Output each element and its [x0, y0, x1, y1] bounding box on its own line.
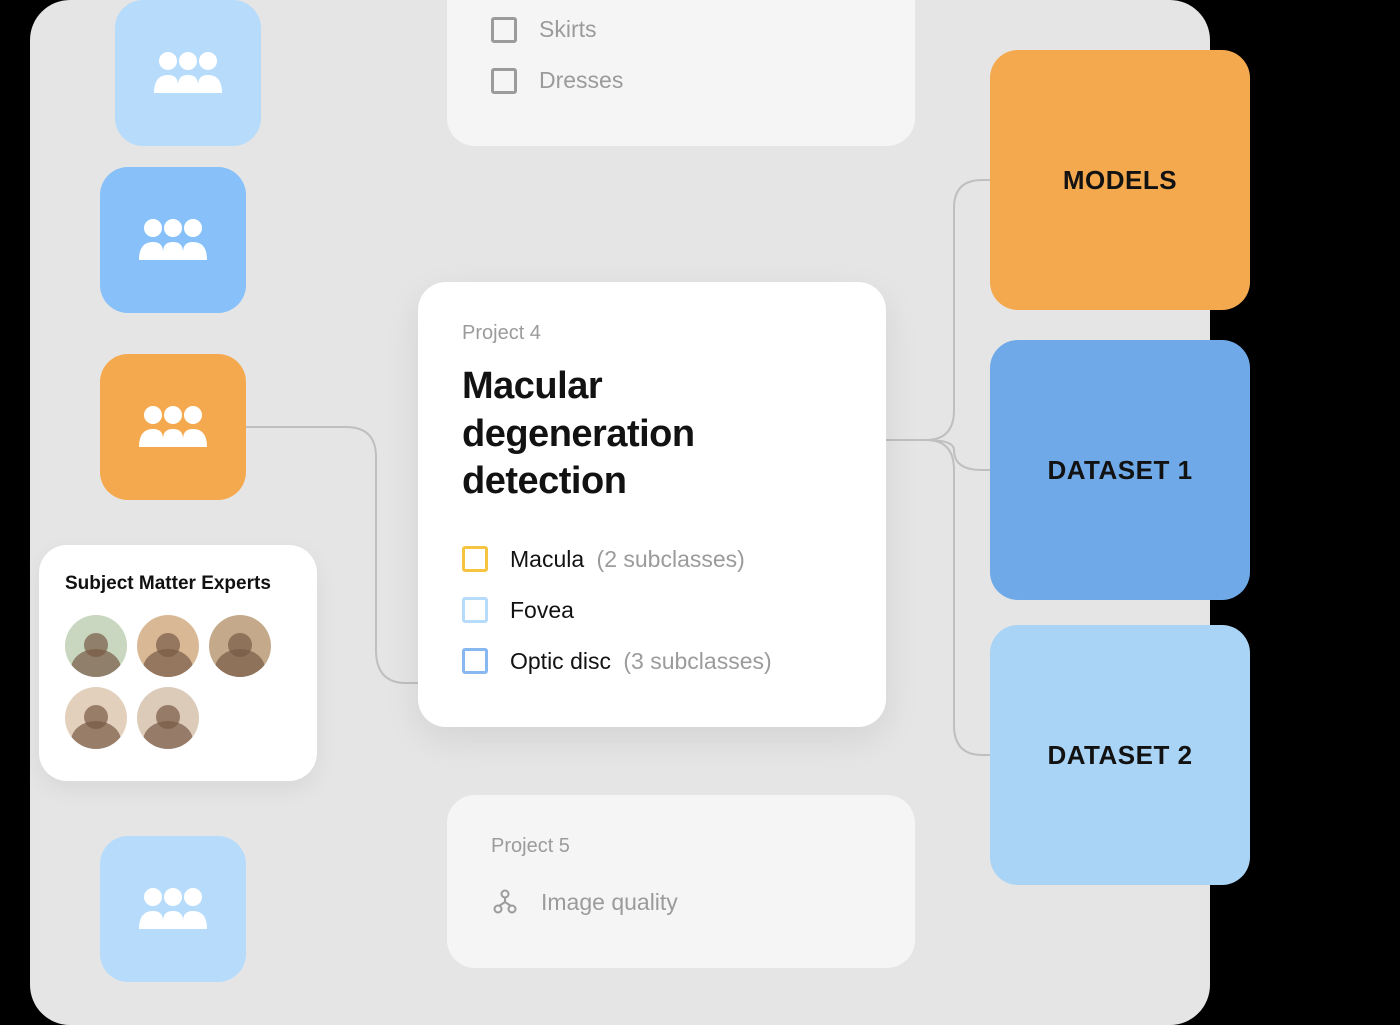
class-name: Skirts: [539, 16, 597, 43]
class-row: Skirts: [491, 4, 871, 55]
group-icon: [150, 49, 226, 97]
experts-title: Subject Matter Experts: [65, 573, 291, 595]
avatar[interactable]: [65, 687, 127, 749]
class-name: Image quality: [541, 889, 678, 916]
class-swatch: [462, 597, 488, 623]
avatar[interactable]: [137, 687, 199, 749]
quality-icon: [491, 888, 519, 916]
class-subclasses: (2 subclasses): [597, 546, 745, 572]
block-dataset-2[interactable]: DATASET 2: [990, 625, 1250, 885]
experts-card[interactable]: Subject Matter Experts: [39, 545, 317, 781]
project-card-top[interactable]: Image quality Danger Skirts Dresses: [447, 0, 915, 146]
block-label: MODELS: [1063, 165, 1177, 196]
block-label: DATASET 2: [1047, 740, 1192, 771]
avatar[interactable]: [209, 615, 271, 677]
team-tile-3[interactable]: [100, 354, 246, 500]
class-row: Optic disc (3 subclasses): [462, 636, 842, 687]
block-dataset-1[interactable]: DATASET 1: [990, 340, 1250, 600]
class-swatch: [462, 648, 488, 674]
team-tile-4[interactable]: [100, 836, 246, 982]
group-icon: [135, 403, 211, 451]
class-swatch: [491, 68, 517, 94]
block-models[interactable]: MODELS: [990, 50, 1250, 310]
class-swatch: [462, 546, 488, 572]
project-card-bottom[interactable]: Project 5 Image quality: [447, 795, 915, 968]
class-subclasses: (3 subclasses): [623, 648, 771, 674]
class-row: Image quality: [491, 876, 871, 928]
class-name: Macula: [510, 546, 584, 572]
block-label: DATASET 1: [1047, 455, 1192, 486]
project-label: Project 4: [462, 322, 842, 345]
avatar[interactable]: [65, 615, 127, 677]
group-icon: [135, 885, 211, 933]
project-card-main[interactable]: Project 4 Macular degeneration detection…: [418, 282, 886, 727]
experts-avatars: [65, 615, 291, 749]
group-icon: [135, 216, 211, 264]
class-row: Macula (2 subclasses): [462, 534, 842, 585]
team-tile-2[interactable]: [100, 167, 246, 313]
class-row: Fovea: [462, 585, 842, 636]
class-row: Dresses: [491, 55, 871, 106]
avatar[interactable]: [137, 615, 199, 677]
class-name: Optic disc: [510, 648, 611, 674]
connector-main-blocks: [886, 150, 1006, 790]
diagram-canvas: Subject Matter Experts Image quality Dan…: [30, 0, 1210, 1025]
class-swatch: [491, 17, 517, 43]
project-label: Project 5: [491, 835, 871, 858]
class-name: Dresses: [539, 67, 623, 94]
class-name: Fovea: [510, 597, 574, 623]
team-tile-1[interactable]: [115, 0, 261, 146]
project-title: Macular degeneration detection: [462, 363, 842, 506]
